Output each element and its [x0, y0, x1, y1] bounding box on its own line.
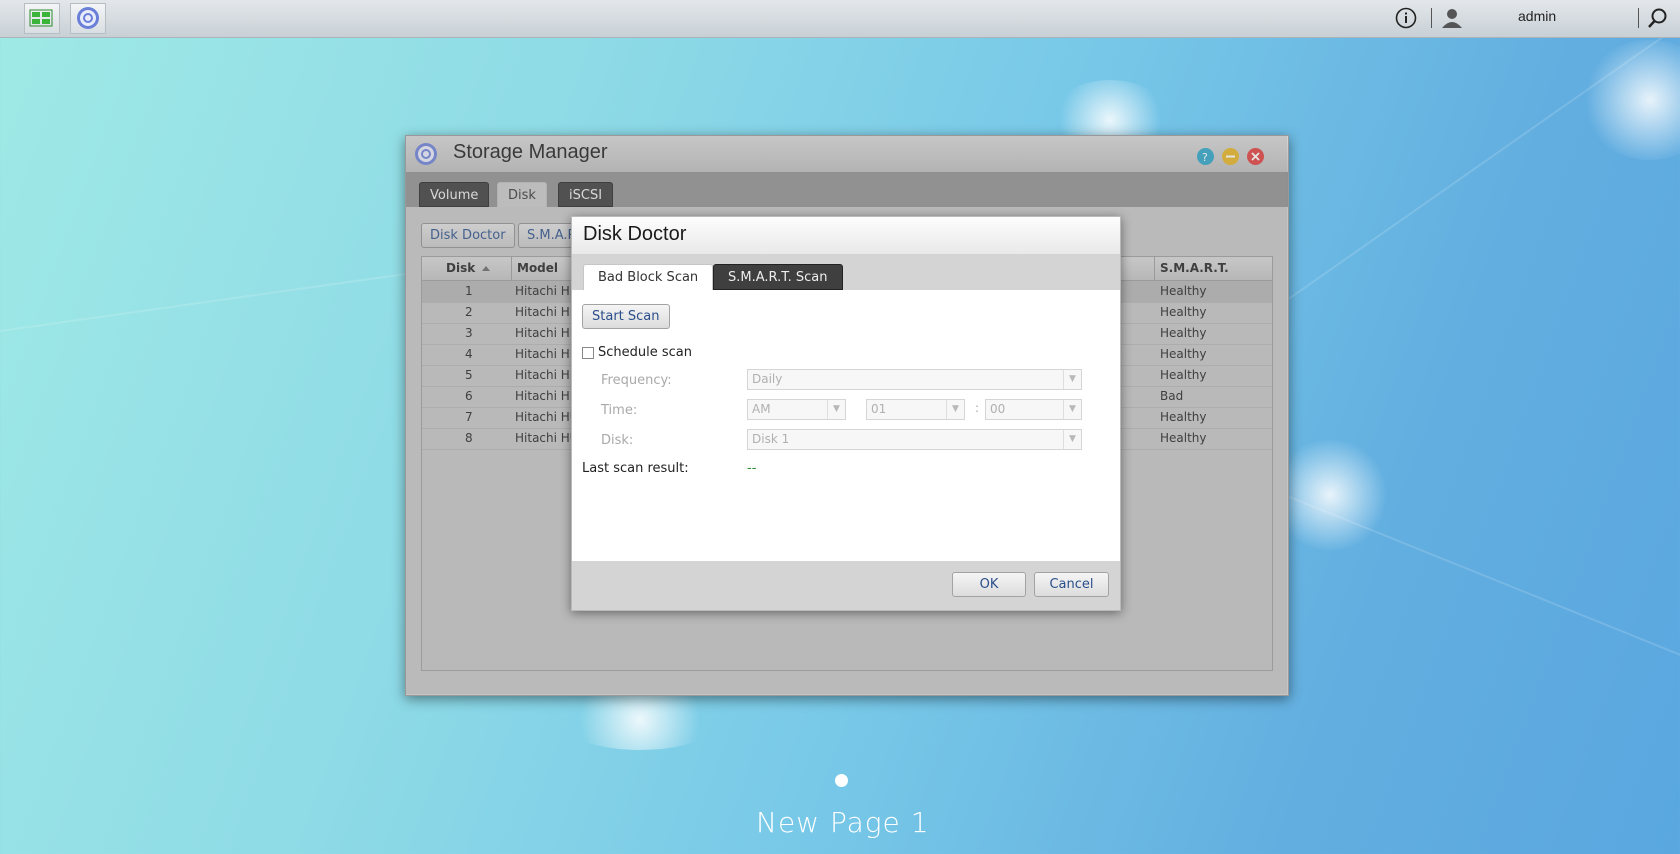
info-icon[interactable] — [1394, 6, 1418, 30]
dialog-title: Disk Doctor — [583, 223, 687, 245]
ampm-select[interactable]: AM ▼ — [747, 399, 846, 420]
chevron-down-icon: ▼ — [1063, 400, 1081, 419]
schedule-scan-label: Schedule scan — [598, 345, 692, 360]
time-label: Time: — [601, 403, 638, 418]
taskbar-separator — [1431, 8, 1432, 28]
cancel-button[interactable]: Cancel — [1034, 572, 1109, 597]
disk-select[interactable]: Disk 1 ▼ — [747, 429, 1082, 450]
chevron-down-icon: ▼ — [1063, 430, 1081, 449]
apps-grid-icon — [29, 9, 53, 27]
apps-grid-button[interactable] — [24, 3, 60, 34]
time-separator: : — [975, 401, 980, 415]
hour-value: 01 — [871, 402, 887, 416]
frequency-label: Frequency: — [601, 373, 672, 388]
schedule-scan-checkbox[interactable] — [582, 347, 594, 359]
minute-value: 00 — [990, 402, 1006, 416]
last-scan-result-value: -- — [747, 461, 757, 476]
hour-select[interactable]: 01 ▼ — [866, 399, 965, 420]
storage-manager-icon — [77, 7, 99, 29]
frequency-value: Daily — [752, 372, 783, 386]
ampm-value: AM — [752, 402, 771, 416]
storage-manager-taskbar-button[interactable] — [70, 3, 106, 34]
tab-bad-block-scan[interactable]: Bad Block Scan — [583, 264, 714, 290]
dialog-footer: OK Cancel — [572, 561, 1120, 610]
taskbar-separator — [1638, 8, 1639, 28]
disk-label: Disk: — [601, 433, 634, 448]
last-scan-result-label: Last scan result: — [582, 461, 689, 476]
search-icon[interactable] — [1646, 7, 1670, 31]
ok-button[interactable]: OK — [952, 572, 1026, 597]
tab-smart-scan[interactable]: S.M.A.R.T. Scan — [713, 264, 843, 290]
page-indicator-dot[interactable] — [835, 774, 848, 787]
chevron-down-icon: ▼ — [1063, 370, 1081, 389]
dialog-titlebar[interactable]: Disk Doctor — [572, 217, 1120, 255]
user-name[interactable]: admin — [1518, 8, 1556, 24]
disk-doctor-dialog: Disk Doctor Bad Block Scan S.M.A.R.T. Sc… — [571, 216, 1121, 611]
user-icon[interactable] — [1440, 6, 1464, 30]
start-scan-button[interactable]: Start Scan — [582, 304, 670, 329]
frequency-select[interactable]: Daily ▼ — [747, 369, 1082, 390]
taskbar: admin — [0, 0, 1680, 38]
disk-value: Disk 1 — [752, 432, 790, 446]
chevron-down-icon: ▼ — [946, 400, 964, 419]
minute-select[interactable]: 00 ▼ — [985, 399, 1082, 420]
background-glow — [560, 690, 720, 750]
chevron-down-icon: ▼ — [827, 400, 845, 419]
page-label: New Page 1 — [756, 806, 930, 839]
